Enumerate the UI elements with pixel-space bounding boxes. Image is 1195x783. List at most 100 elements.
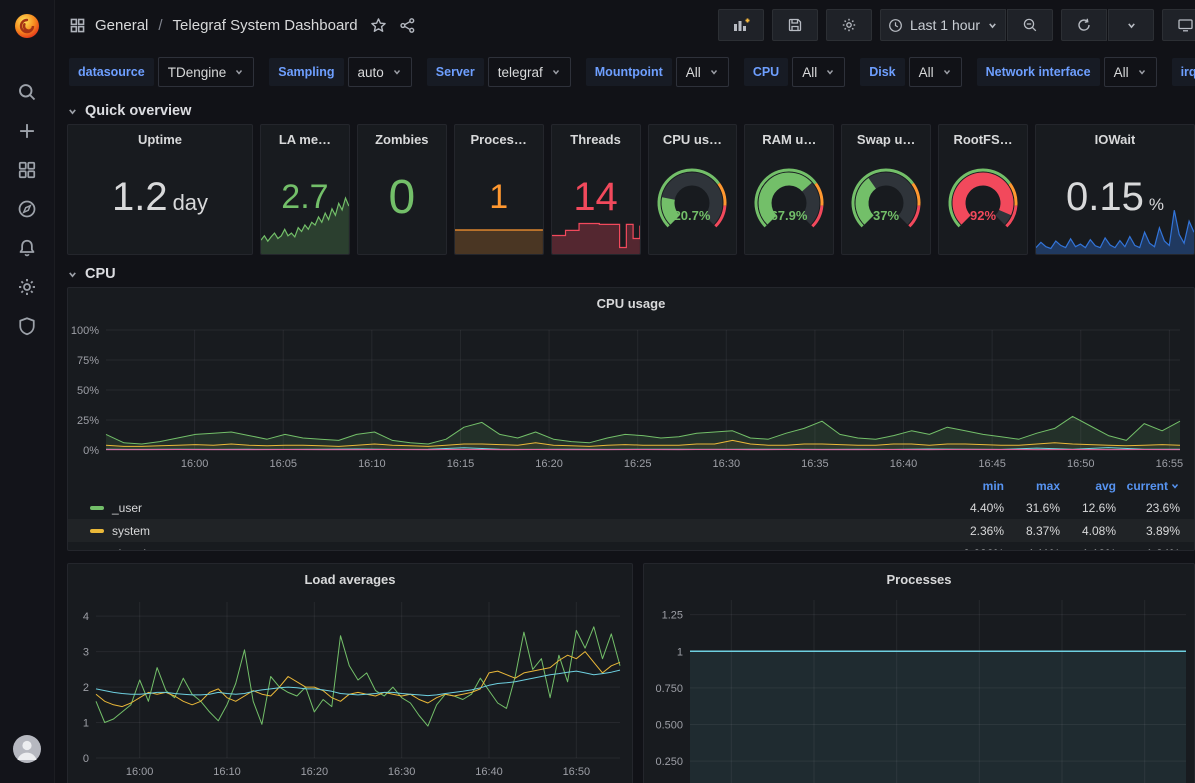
stat-panel-title[interactable]: CPU us… [663, 132, 722, 147]
processes-chart[interactable]: 0.2500.5000.75011.25 [644, 594, 1194, 783]
variable-value-server[interactable]: telegraf [488, 57, 571, 87]
variable-label-mountpoint: Mountpoint [586, 58, 672, 86]
svg-text:75%: 75% [77, 355, 99, 367]
chevron-down-icon [551, 67, 561, 77]
zoom-out-button[interactable] [1007, 9, 1053, 41]
gauge-rootfs-usage: 92% [939, 147, 1027, 254]
svg-text:25%: 25% [77, 415, 99, 427]
stat-panel-processes: Proces…1 [454, 124, 544, 255]
stat-panel-title[interactable]: LA me… [279, 132, 331, 147]
breadcrumb: General / Telegraf System Dashboard [69, 17, 416, 34]
legend-row-_iowait[interactable]: _iowait0.626%4.11%1.19%1.24% [68, 542, 1194, 551]
gauge-ram-usage: 67.9% [745, 147, 833, 254]
gauge-cpu-usage: 20.7% [648, 147, 736, 254]
svg-text:16:10: 16:10 [213, 766, 241, 778]
dashboard-settings-button[interactable] [826, 9, 872, 41]
chevron-down-icon [67, 106, 78, 117]
refresh-interval-dropdown[interactable] [1108, 9, 1154, 41]
legend-sort-current[interactable]: current [1116, 479, 1180, 493]
variable-label-server: Server [427, 58, 484, 86]
sidebar-nav [17, 82, 37, 336]
stat-panel-title[interactable]: IOWait [1095, 132, 1136, 147]
variable-label-network-interface: Network interface [977, 58, 1100, 86]
panel-title[interactable]: Load averages [68, 564, 632, 594]
svg-text:16:50: 16:50 [1067, 458, 1095, 470]
configuration-gear-icon[interactable] [17, 277, 37, 297]
svg-text:16:25: 16:25 [624, 458, 652, 470]
svg-text:16:35: 16:35 [801, 458, 829, 470]
panel-title[interactable]: Processes [644, 564, 1194, 594]
add-panel-button[interactable] [718, 9, 764, 41]
legend-row-system[interactable]: system2.36%8.37%4.08%3.89% [68, 519, 1194, 542]
legend-max-value: 31.6% [1004, 501, 1060, 515]
stat-panel-title[interactable]: RootFS… [953, 132, 1012, 147]
time-range-label: Last 1 hour [910, 17, 980, 33]
variable-server: Servertelegraf [427, 57, 571, 87]
dashboard-content: Quick overview Uptime 1.2day LA me…2.7 Zomb… [55, 94, 1195, 783]
variable-value-text: auto [358, 65, 384, 80]
stat-panel-la-medium: LA me…2.7 [260, 124, 350, 255]
variable-value-network-interface[interactable]: All [1104, 57, 1157, 87]
legend-avg-value: 1.19% [1060, 547, 1116, 552]
breadcrumb-folder[interactable]: General [95, 17, 148, 34]
server-admin-shield-icon[interactable] [17, 316, 37, 336]
stat-value: 2.7 [261, 147, 349, 254]
stat-value: 0 [358, 147, 446, 254]
variable-datasource: datasourceTDengine [69, 57, 254, 87]
chevron-down-icon [1170, 481, 1180, 491]
svg-text:0.250: 0.250 [655, 756, 683, 768]
gauge-swap-usage: 37% [842, 147, 930, 254]
save-dashboard-button[interactable] [772, 9, 818, 41]
legend-sort-min[interactable]: min [944, 479, 1004, 493]
row-header-cpu[interactable]: CPU [67, 261, 1195, 287]
user-avatar[interactable] [12, 734, 42, 769]
alerting-bell-icon[interactable] [17, 238, 37, 258]
search-icon[interactable] [17, 82, 37, 102]
stat-panel-title[interactable]: Threads [570, 132, 621, 147]
legend-row-_user[interactable]: _user4.40%31.6%12.6%23.6% [68, 496, 1194, 519]
legend-sort-max[interactable]: max [1004, 479, 1060, 493]
stat-big-value: 1.2 [112, 175, 168, 220]
cycle-view-mode-button[interactable] [1162, 9, 1195, 41]
row-header-quick-overview[interactable]: Quick overview [67, 98, 1195, 124]
chevron-down-icon [234, 67, 244, 77]
variable-value-mountpoint[interactable]: All [676, 57, 729, 87]
stat-panel-title[interactable]: Swap u… [857, 132, 916, 147]
svg-text:16:10: 16:10 [358, 458, 386, 470]
variable-value-datasource[interactable]: TDengine [158, 57, 255, 87]
refresh-button[interactable] [1061, 9, 1107, 41]
time-controls: Last 1 hour [880, 9, 1053, 41]
create-plus-icon[interactable] [17, 121, 37, 141]
variable-value-cpu[interactable]: All [792, 57, 845, 87]
variable-mountpoint: MountpointAll [586, 57, 729, 87]
stat-panel-title[interactable]: Proces… [471, 132, 527, 147]
svg-text:20.7%: 20.7% [674, 208, 711, 223]
stat-panel-title[interactable]: RAM u… [762, 132, 816, 147]
legend-header-row: minmaxavgcurrent [68, 476, 1194, 496]
svg-text:16:30: 16:30 [713, 458, 741, 470]
panel-title[interactable]: CPU usage [68, 288, 1194, 318]
explore-compass-icon[interactable] [17, 199, 37, 219]
stat-panel-rootfs-usage: RootFS…92% [938, 124, 1028, 255]
panel-cpu-usage: CPU usage 0%25%50%75%100%16:0016:0516:10… [67, 287, 1195, 551]
variable-value-disk[interactable]: All [909, 57, 962, 87]
star-icon[interactable] [370, 17, 387, 34]
chevron-down-icon [987, 20, 998, 31]
refresh-controls [1061, 9, 1154, 41]
variable-value-sampling[interactable]: auto [348, 57, 412, 87]
share-icon[interactable] [399, 17, 416, 34]
variable-value-text: All [919, 65, 934, 80]
stat-panel-title[interactable]: Zombies [375, 132, 428, 147]
dashboards-icon[interactable] [17, 160, 37, 180]
grafana-logo[interactable] [0, 0, 54, 52]
load-averages-chart[interactable]: 0123416:0016:1016:2016:3016:4016:50 [68, 594, 632, 783]
time-range-picker[interactable]: Last 1 hour [880, 9, 1006, 41]
legend-sort-avg[interactable]: avg [1060, 479, 1116, 493]
cpu-usage-chart[interactable]: 0%25%50%75%100%16:0016:0516:1016:1516:20… [68, 318, 1194, 476]
stat-unit: day [173, 190, 208, 216]
legend-series-swatch [90, 529, 104, 533]
stat-panel-title[interactable]: Uptime [138, 132, 182, 147]
stat-value: 14 [552, 147, 640, 254]
chevron-down-icon [392, 67, 402, 77]
clock-icon [888, 18, 903, 33]
